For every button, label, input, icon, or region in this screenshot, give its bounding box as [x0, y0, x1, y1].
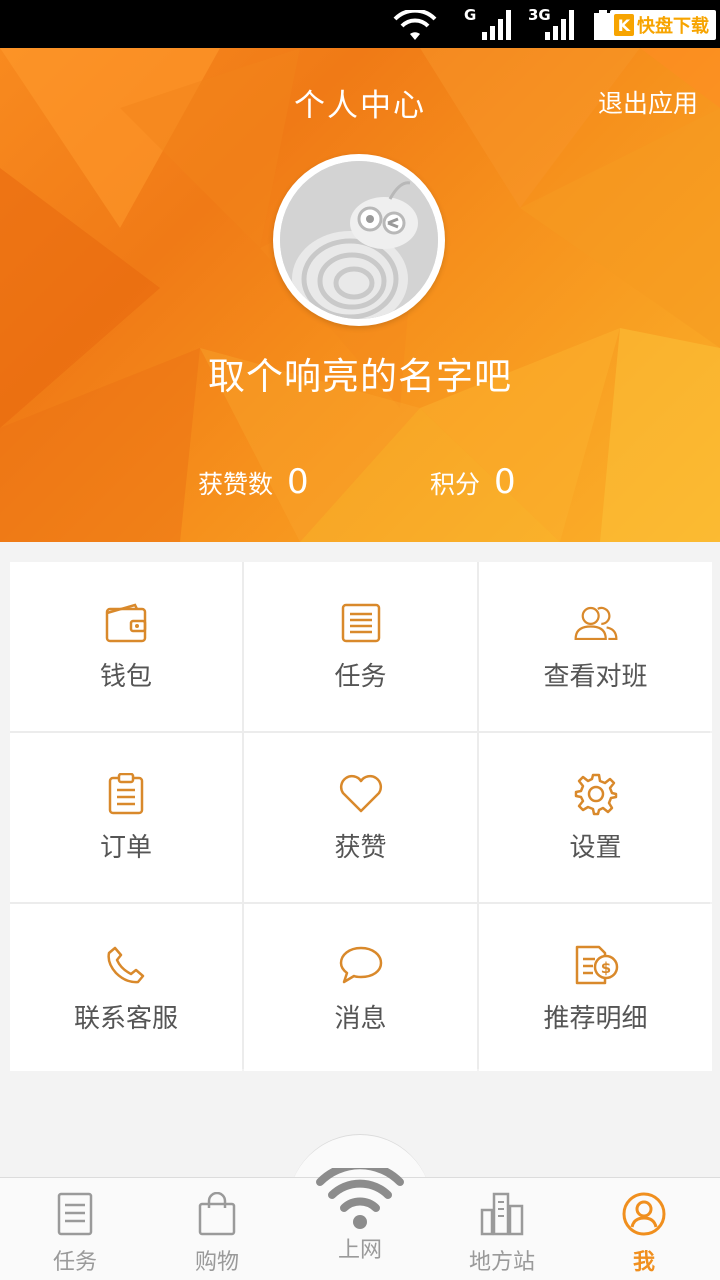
watermark-text: 快盘下载 — [637, 16, 709, 37]
grid-item-customer-service[interactable]: 联系客服 — [10, 904, 242, 1071]
watermark-k: K — [614, 14, 634, 36]
points-label: 积分 — [430, 470, 481, 499]
tab-local-station[interactable]: 地方站 — [430, 1178, 574, 1280]
grid-label: 钱包 — [99, 662, 152, 692]
document-dollar-icon: $ — [573, 942, 619, 988]
shopping-bag-icon — [198, 1190, 236, 1238]
grid-item-tasks[interactable]: 任务 — [244, 562, 477, 731]
grid-label: 任务 — [334, 662, 387, 692]
grid-item-messages[interactable]: 消息 — [244, 904, 477, 1071]
watermark-logo: K 快盘下载 — [610, 10, 716, 40]
wifi-icon — [315, 1168, 405, 1230]
wifi-status-icon — [393, 10, 437, 40]
grid-item-wallet[interactable]: 钱包 — [10, 562, 242, 731]
tab-me[interactable]: 我 — [572, 1178, 716, 1280]
heart-icon — [338, 771, 384, 817]
tab-label: 任务 — [52, 1250, 97, 1275]
clipboard-icon — [103, 771, 149, 817]
gear-icon — [573, 771, 619, 817]
task-list-icon — [338, 600, 384, 646]
grid-item-view-shift[interactable]: 查看对班 — [479, 562, 712, 731]
signal-icon — [482, 10, 511, 40]
grid-label: 订单 — [99, 833, 152, 863]
users-icon — [573, 600, 619, 646]
likes-stat: 获赞数 0 — [198, 462, 309, 502]
wallet-icon — [103, 600, 149, 646]
grid-label: 联系客服 — [73, 1004, 178, 1034]
tab-label: 我 — [632, 1250, 655, 1275]
svg-text:$: $ — [600, 959, 610, 977]
avatar[interactable] — [273, 154, 445, 326]
tab-internet[interactable]: 上网 — [288, 1154, 432, 1280]
nickname[interactable]: 取个响亮的名字吧 — [0, 346, 720, 400]
buildings-icon — [479, 1190, 525, 1238]
grid-item-settings[interactable]: 设置 — [479, 733, 712, 902]
points-stat: 积分 0 — [430, 462, 516, 502]
signal-icon-2 — [545, 10, 574, 40]
tab-label: 地方站 — [468, 1250, 535, 1275]
network-type-g: G — [464, 6, 477, 24]
tab-tasks[interactable]: 任务 — [3, 1178, 147, 1280]
grid-label: 获赞 — [334, 833, 387, 863]
document-icon — [57, 1190, 93, 1238]
likes-value: 0 — [287, 462, 309, 502]
points-value: 0 — [494, 462, 516, 502]
exit-app-button[interactable]: 退出应用 — [598, 84, 698, 120]
tab-shopping[interactable]: 购物 — [145, 1178, 289, 1280]
grid-item-orders[interactable]: 订单 — [10, 733, 242, 902]
grid-item-referral-details[interactable]: $ 推荐明细 — [479, 904, 712, 1071]
grid-item-likes[interactable]: 获赞 — [244, 733, 477, 902]
grid-label: 设置 — [569, 833, 622, 863]
chat-bubble-icon — [338, 942, 384, 988]
grid-label: 消息 — [334, 1004, 387, 1034]
phone-icon — [103, 942, 149, 988]
snail-avatar-icon — [280, 161, 438, 319]
bottom-nav: 任务 购物 上网 地方站 我 — [0, 1168, 720, 1280]
grid-label: 推荐明细 — [543, 1004, 648, 1034]
feature-grid: 钱包 任务 查看对班 订单 获赞 设置 联系客服 消息 $ 推荐明细 — [10, 562, 712, 1071]
user-circle-icon — [621, 1190, 667, 1238]
tab-label: 上网 — [337, 1238, 382, 1263]
profile-header: 个人中心 退出应用 取个响亮的名字吧 获赞数 0 积分 0 — [0, 48, 720, 542]
likes-label: 获赞数 — [198, 470, 274, 499]
grid-label: 查看对班 — [543, 662, 648, 692]
tab-label: 购物 — [194, 1250, 239, 1275]
status-bar: G 3G K 快盘下载 — [0, 0, 720, 48]
